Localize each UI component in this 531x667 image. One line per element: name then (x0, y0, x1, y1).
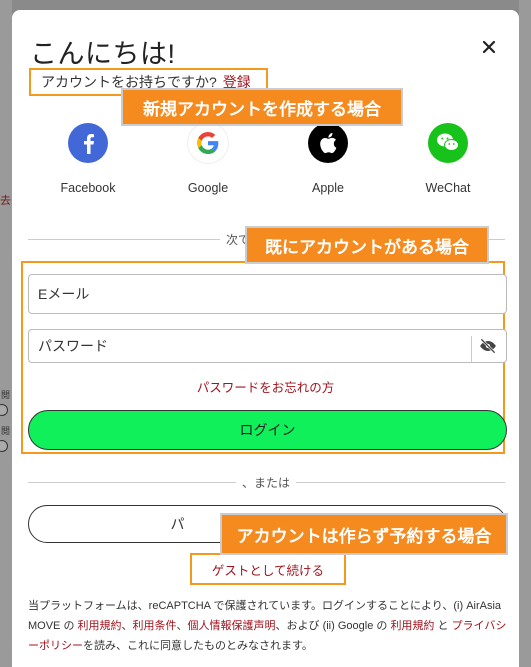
wechat-label: WeChat (425, 181, 471, 195)
close-icon[interactable] (478, 36, 500, 58)
terms-conditions-link[interactable]: 利用条件 (133, 620, 177, 632)
background-radio-label: 閲 (1, 390, 11, 400)
legal-text: 、 (121, 620, 133, 632)
google-label: Google (187, 181, 229, 195)
wechat-login-button[interactable]: WeChat (403, 123, 493, 195)
background-page-left (0, 0, 12, 667)
eye-off-icon[interactable] (478, 336, 500, 356)
background-text-fragment: 去 (0, 195, 11, 207)
forgot-password-link[interactable]: パスワードをお忘れの方 (12, 377, 519, 396)
facebook-login-button[interactable]: Facebook (43, 123, 133, 195)
facebook-label: Facebook (60, 181, 116, 195)
apple-login-button[interactable]: Apple (283, 123, 373, 195)
login-button[interactable]: ログイン (28, 410, 507, 450)
continue-as-guest-link[interactable]: ゲストとして続ける (190, 553, 346, 585)
annotation-create-account: 新規アカウントを作成する場合 (121, 88, 403, 126)
password-field[interactable] (28, 329, 507, 363)
modal-title: こんにちは! (30, 39, 176, 69)
terms-of-use-link[interactable]: 利用規約 (78, 620, 122, 632)
login-modal: こんにちは! アカウントをお持ちですか? 登録 Facebook Google … (12, 10, 519, 667)
legal-text: を読み、これに同意したものとみなされます。 (83, 640, 313, 652)
guest-button-partial-label: パ (170, 516, 185, 532)
background-page-right (519, 0, 531, 667)
annotation-existing-account: 既にアカウントがある場合 (245, 226, 489, 264)
legal-text: と (434, 620, 452, 632)
privacy-notice-link[interactable]: 個人情報保護声明 (188, 620, 276, 632)
legal-notice: 当プラットフォームは、reCAPTCHA で保護されています。ログインすることに… (28, 596, 508, 656)
background-radio-label: 閲 (1, 426, 11, 436)
divider-or-text: 、または (236, 474, 297, 491)
email-input[interactable] (38, 286, 506, 302)
google-login-button[interactable]: Google (163, 123, 253, 195)
google-icon (188, 123, 228, 163)
google-terms-link[interactable]: 利用規約 (390, 620, 434, 632)
apple-icon (308, 123, 348, 163)
apple-label: Apple (312, 181, 344, 195)
annotation-guest-booking: アカウントは作らず予約する場合 (220, 513, 508, 555)
legal-text: 、および (ii) Google の (275, 620, 391, 632)
password-input[interactable] (38, 338, 506, 354)
password-separator (471, 336, 472, 362)
legal-text: 、 (176, 620, 188, 632)
email-field[interactable] (28, 274, 507, 314)
wechat-icon (428, 123, 468, 163)
facebook-icon (68, 123, 108, 163)
